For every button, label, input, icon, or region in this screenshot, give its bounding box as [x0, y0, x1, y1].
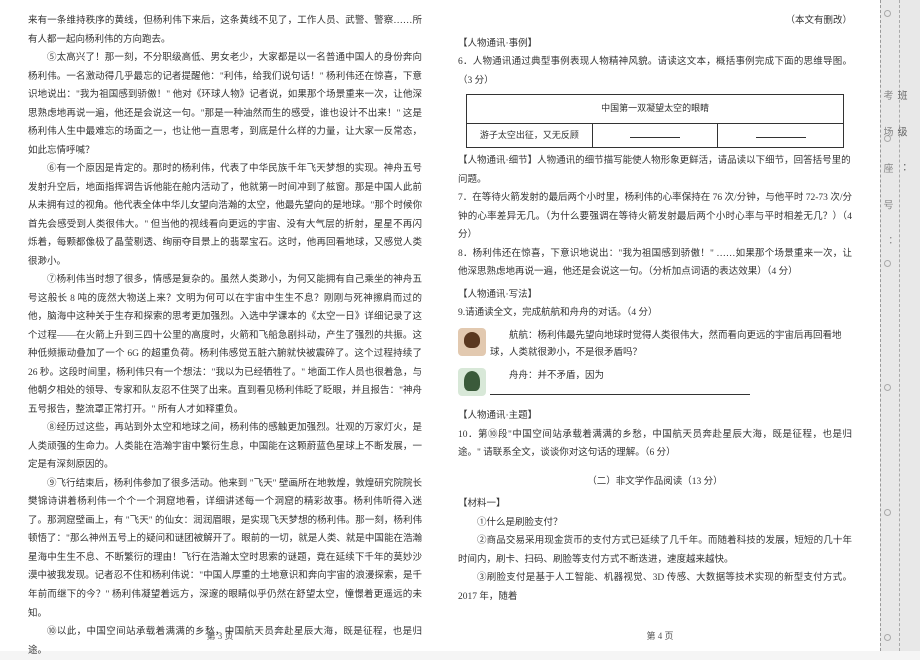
tag-xiefa: 【人物通讯·写法】 — [458, 286, 852, 305]
chart-cell-3[interactable] — [718, 123, 844, 148]
page-3: 来有一条维持秩序的黄线，但杨利伟下来后，这条黄线不见了，工作人员、武警、警察……… — [0, 0, 440, 651]
hole-icon — [884, 260, 891, 267]
q6-intro: 6．人物通讯通过典型事例表现人物精神风貌。请读这文本，概括事例完成下面的思维导图… — [458, 53, 852, 90]
tag-zhuti: 【人物通讯·主题】 — [458, 407, 852, 426]
q9-intro: 9.请通读全文，完成航航和舟舟的对话。（4 分） — [458, 304, 852, 323]
dialog-hanghang: 航航：杨利伟最先望向地球时觉得人类很伟大，然而看向更远的宇宙后再回看地球，人类就… — [458, 326, 852, 363]
hole-icon — [884, 10, 891, 17]
chart-cell-2[interactable] — [592, 123, 718, 148]
avatar-hanghang-icon — [458, 328, 486, 356]
side-label-2: 考 场 座 号 ： — [879, 90, 894, 258]
zhouzhou-text: 并不矛盾，因为 — [538, 371, 605, 381]
page-spread: 来有一条维持秩序的黄线，但杨利伟下来后，这条黄线不见了，工作人员、武警、警察……… — [0, 0, 880, 651]
attribution: （本文有删改） — [458, 12, 852, 31]
side-label-1: 班 级 ： — [893, 90, 908, 185]
section-2-title: （二）非文学作品阅读（13 分） — [458, 473, 852, 492]
tag-xijie: 【人物通讯·细节】人物通讯的细节描写能使人物形象更鲜活，请品读以下细节，回答括号… — [458, 152, 852, 189]
hanghang-text: 杨利伟最先望向地球时觉得人类很伟大，然而看向更远的宇宙后再回看地球，人类就很渺小… — [490, 331, 842, 359]
hole-icon — [884, 384, 891, 391]
chart-title: 中国第一双凝望太空的眼睛 — [467, 95, 844, 124]
q7: 7．在等待火箭发射的最后两个小时里，杨利伟的心率保持在 76 次/分钟，与他平时… — [458, 189, 852, 245]
p3-para-4: ⑦杨利伟当时想了很多，情感是复杂的。虽然人类渺小，为何又能拥有自己乘坐的神舟五号… — [28, 271, 422, 419]
q8: 8．杨利伟还在惊喜，下意识地说出："我为祖国感到骄傲！" ……如果那个场景重来一… — [458, 245, 852, 282]
tag-shili: 【人物通讯·事例】 — [458, 35, 852, 54]
material-1-tag: 【材料一】 — [458, 495, 852, 514]
hole-icon — [884, 634, 891, 641]
zhouzhou-label: 舟舟： — [509, 371, 538, 381]
p3-para-5: ⑧经历过这些，再站到外太空和地球之间，杨利伟的感触更加强烈。壮观的万家灯火，是人… — [28, 419, 422, 475]
dialog-zhouzhou: 舟舟：并不矛盾，因为 — [458, 366, 852, 403]
avatar-zhouzhou-icon — [458, 368, 486, 396]
q10: 10．第⑩段"中国空间站承载着满满的乡愁，中国航天员奔赴星辰大海，既是征程，也是… — [458, 426, 852, 463]
mindmap-table: 中国第一双凝望太空的眼睛 游子太空出征，又无反顾 — [466, 94, 844, 148]
m1-p2: ②商品交易采用现金货币的支付方式已延续了几千年。而随着科技的发展，短短的几十年时… — [458, 532, 852, 569]
answer-blank-q9[interactable] — [490, 385, 750, 395]
p3-para-1: 来有一条维持秩序的黄线，但杨利伟下来后，这条黄线不见了，工作人员、武警、警察……… — [28, 12, 422, 49]
hole-icon — [884, 509, 891, 516]
hanghang-label: 航航： — [509, 331, 538, 341]
p3-para-3: ⑥有一个原因是肯定的。那时的杨利伟，代表了中华民族千年飞天梦想的实现。神舟五号发… — [28, 160, 422, 271]
p3-para-2: ⑤太高兴了！那一刻，不分职级高低、男女老少，大家都是以一名普通中国人的身份奔向杨… — [28, 49, 422, 160]
binding-strip: 班 级 ： 考 场 座 号 ： — [880, 0, 920, 651]
p3-para-6: ⑨飞行结束后，杨利伟参加了很多活动。他来到 "飞天" 壁画所在地敦煌，敦煌研究院… — [28, 475, 422, 623]
m1-p1: ①什么是刷脸支付？ — [458, 514, 852, 533]
page-4-number: 第 4 页 — [440, 628, 880, 646]
chart-cell-1: 游子太空出征，又无反顾 — [467, 123, 593, 148]
m1-p3: ③刷脸支付是基于人工智能、机器视觉、3D 传感、大数据等技术实现的新型支付方式。… — [458, 569, 852, 606]
page-3-number: 第 3 页 — [0, 628, 440, 646]
page-4: （本文有删改） 【人物通讯·事例】 6．人物通讯通过典型事例表现人物精神风貌。请… — [440, 0, 880, 651]
